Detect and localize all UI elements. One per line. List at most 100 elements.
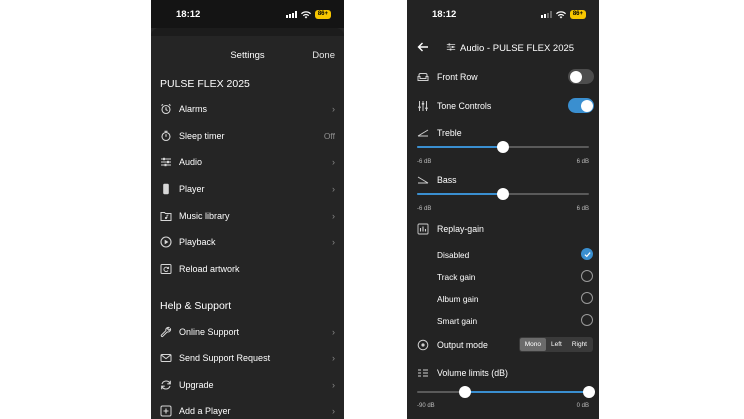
settings-item-audio[interactable]: Audio › (151, 150, 344, 174)
bass-min-label: -6 dB (417, 206, 432, 212)
replay-gain-option-track[interactable]: Track gain (407, 267, 599, 287)
settings-item-music-library[interactable]: Music library › (151, 204, 344, 228)
output-mode-segmented-control: Mono Left Right (518, 337, 593, 352)
audio-settings-screen: 18:12 86+ Audio - PULSE FLEX 2025 Front … (407, 0, 599, 419)
done-button[interactable]: Done (312, 50, 335, 61)
status-time: 18:12 (176, 9, 201, 20)
settings-screen: 18:12 86+ Settings Done PULSE FLEX 2025 … (151, 0, 344, 419)
sofa-icon (417, 73, 429, 81)
volume-limits-icon (418, 369, 428, 377)
settings-item-label: Audio (179, 157, 203, 167)
option-label: Track gain (437, 272, 476, 282)
volume-limits-range-slider[interactable] (417, 386, 595, 398)
settings-item-label: Reload artwork (179, 264, 240, 274)
radio-icon[interactable] (581, 270, 593, 282)
add-icon (160, 405, 172, 417)
slider-thumb-low[interactable] (458, 386, 471, 398)
chevron-right-icon: › (332, 406, 335, 416)
cellular-signal-icon (285, 11, 297, 18)
equalizer-icon (418, 101, 428, 111)
wifi-icon (555, 10, 566, 18)
bass-setting: Bass (407, 173, 599, 187)
front-row-setting: Front Row (407, 68, 599, 86)
radio-icon[interactable] (581, 292, 593, 304)
front-row-toggle[interactable] (568, 69, 594, 84)
settings-item-online-support[interactable]: Online Support › (151, 320, 344, 344)
wrench-icon (160, 326, 172, 338)
replay-gain-icon (417, 223, 429, 235)
slider-thumb-high[interactable] (583, 386, 595, 398)
treble-slider[interactable] (417, 141, 589, 153)
music-library-icon (160, 212, 172, 221)
output-mode-left[interactable]: Left (546, 338, 567, 351)
settings-item-label: Online Support (179, 327, 240, 337)
chevron-right-icon: › (332, 327, 335, 337)
slider-thumb[interactable] (497, 141, 509, 153)
treble-setting: Treble (407, 126, 599, 140)
settings-item-alarms[interactable]: Alarms › (151, 97, 344, 121)
chevron-right-icon: › (332, 184, 335, 194)
wifi-icon (300, 10, 311, 18)
output-mode-icon (417, 339, 429, 351)
settings-item-label: Send Support Request (179, 353, 271, 363)
bass-label: Bass (437, 175, 457, 185)
back-arrow-icon[interactable] (417, 41, 429, 53)
output-mode-label: Output mode (437, 340, 488, 350)
settings-item-playback[interactable]: Playback › (151, 230, 344, 254)
settings-item-label: Upgrade (179, 380, 214, 390)
alarm-clock-icon (161, 103, 171, 115)
treble-icon (417, 129, 429, 137)
settings-item-reload-artwork[interactable]: Reload artwork (151, 257, 344, 281)
tone-controls-toggle[interactable] (568, 98, 594, 113)
toggle-knob (569, 70, 582, 83)
settings-item-send-support-request[interactable]: Send Support Request › (151, 346, 344, 370)
slider-thumb[interactable] (497, 188, 509, 200)
reload-artwork-icon (160, 264, 172, 274)
volume-max-label: 0 dB (576, 403, 589, 409)
status-time: 18:12 (432, 9, 457, 20)
settings-item-upgrade[interactable]: Upgrade › (151, 373, 344, 397)
chevron-right-icon: › (332, 353, 335, 363)
status-bar: 18:12 86+ (151, 0, 344, 28)
replay-gain-option-album[interactable]: Album gain (407, 289, 599, 309)
sleep-timer-value: Off (323, 131, 335, 141)
replay-gain-setting: Replay-gain (407, 222, 599, 236)
device-section-heading: PULSE FLEX 2025 (160, 78, 250, 90)
treble-max-label: 6 dB (576, 159, 589, 165)
sliders-icon (161, 157, 171, 167)
settings-item-add-player[interactable]: Add a Player › (151, 399, 344, 419)
sleep-timer-icon (161, 130, 171, 142)
treble-label: Treble (437, 128, 462, 138)
slider-fill (417, 193, 503, 195)
settings-item-label: Sleep timer (179, 131, 225, 141)
volume-limits-setting: Volume limits (dB) (407, 366, 599, 380)
refresh-icon (161, 380, 171, 390)
settings-item-label: Music library (179, 211, 230, 221)
status-bar: 18:12 86+ (407, 0, 599, 28)
volume-min-label: -90 dB (417, 403, 435, 409)
slider-fill (417, 146, 503, 148)
volume-limits-label: Volume limits (dB) (437, 368, 508, 378)
settings-item-label: Add a Player (179, 406, 231, 416)
output-mode-right[interactable]: Right (567, 338, 592, 351)
settings-item-label: Alarms (179, 104, 208, 114)
tone-controls-label: Tone Controls (437, 101, 492, 111)
radio-checked-icon[interactable] (581, 248, 593, 260)
settings-item-label: Player (179, 184, 205, 194)
chevron-right-icon: › (332, 380, 335, 390)
front-row-label: Front Row (437, 72, 478, 82)
bass-slider[interactable] (417, 188, 589, 200)
battery-indicator: 86+ (569, 10, 586, 19)
output-mode-mono[interactable]: Mono (519, 338, 546, 351)
settings-item-player[interactable]: Player › (151, 177, 344, 201)
slider-fill (464, 391, 589, 393)
sliders-icon (446, 43, 456, 51)
option-label: Disabled (437, 250, 470, 260)
sheet-header-band (151, 28, 344, 36)
play-circle-icon (160, 236, 172, 248)
replay-gain-option-smart[interactable]: Smart gain (407, 311, 599, 331)
radio-icon[interactable] (581, 314, 593, 326)
chevron-right-icon: › (332, 157, 335, 167)
replay-gain-option-disabled[interactable]: Disabled (407, 245, 599, 265)
settings-item-sleep-timer[interactable]: Sleep timer Off (151, 124, 344, 148)
